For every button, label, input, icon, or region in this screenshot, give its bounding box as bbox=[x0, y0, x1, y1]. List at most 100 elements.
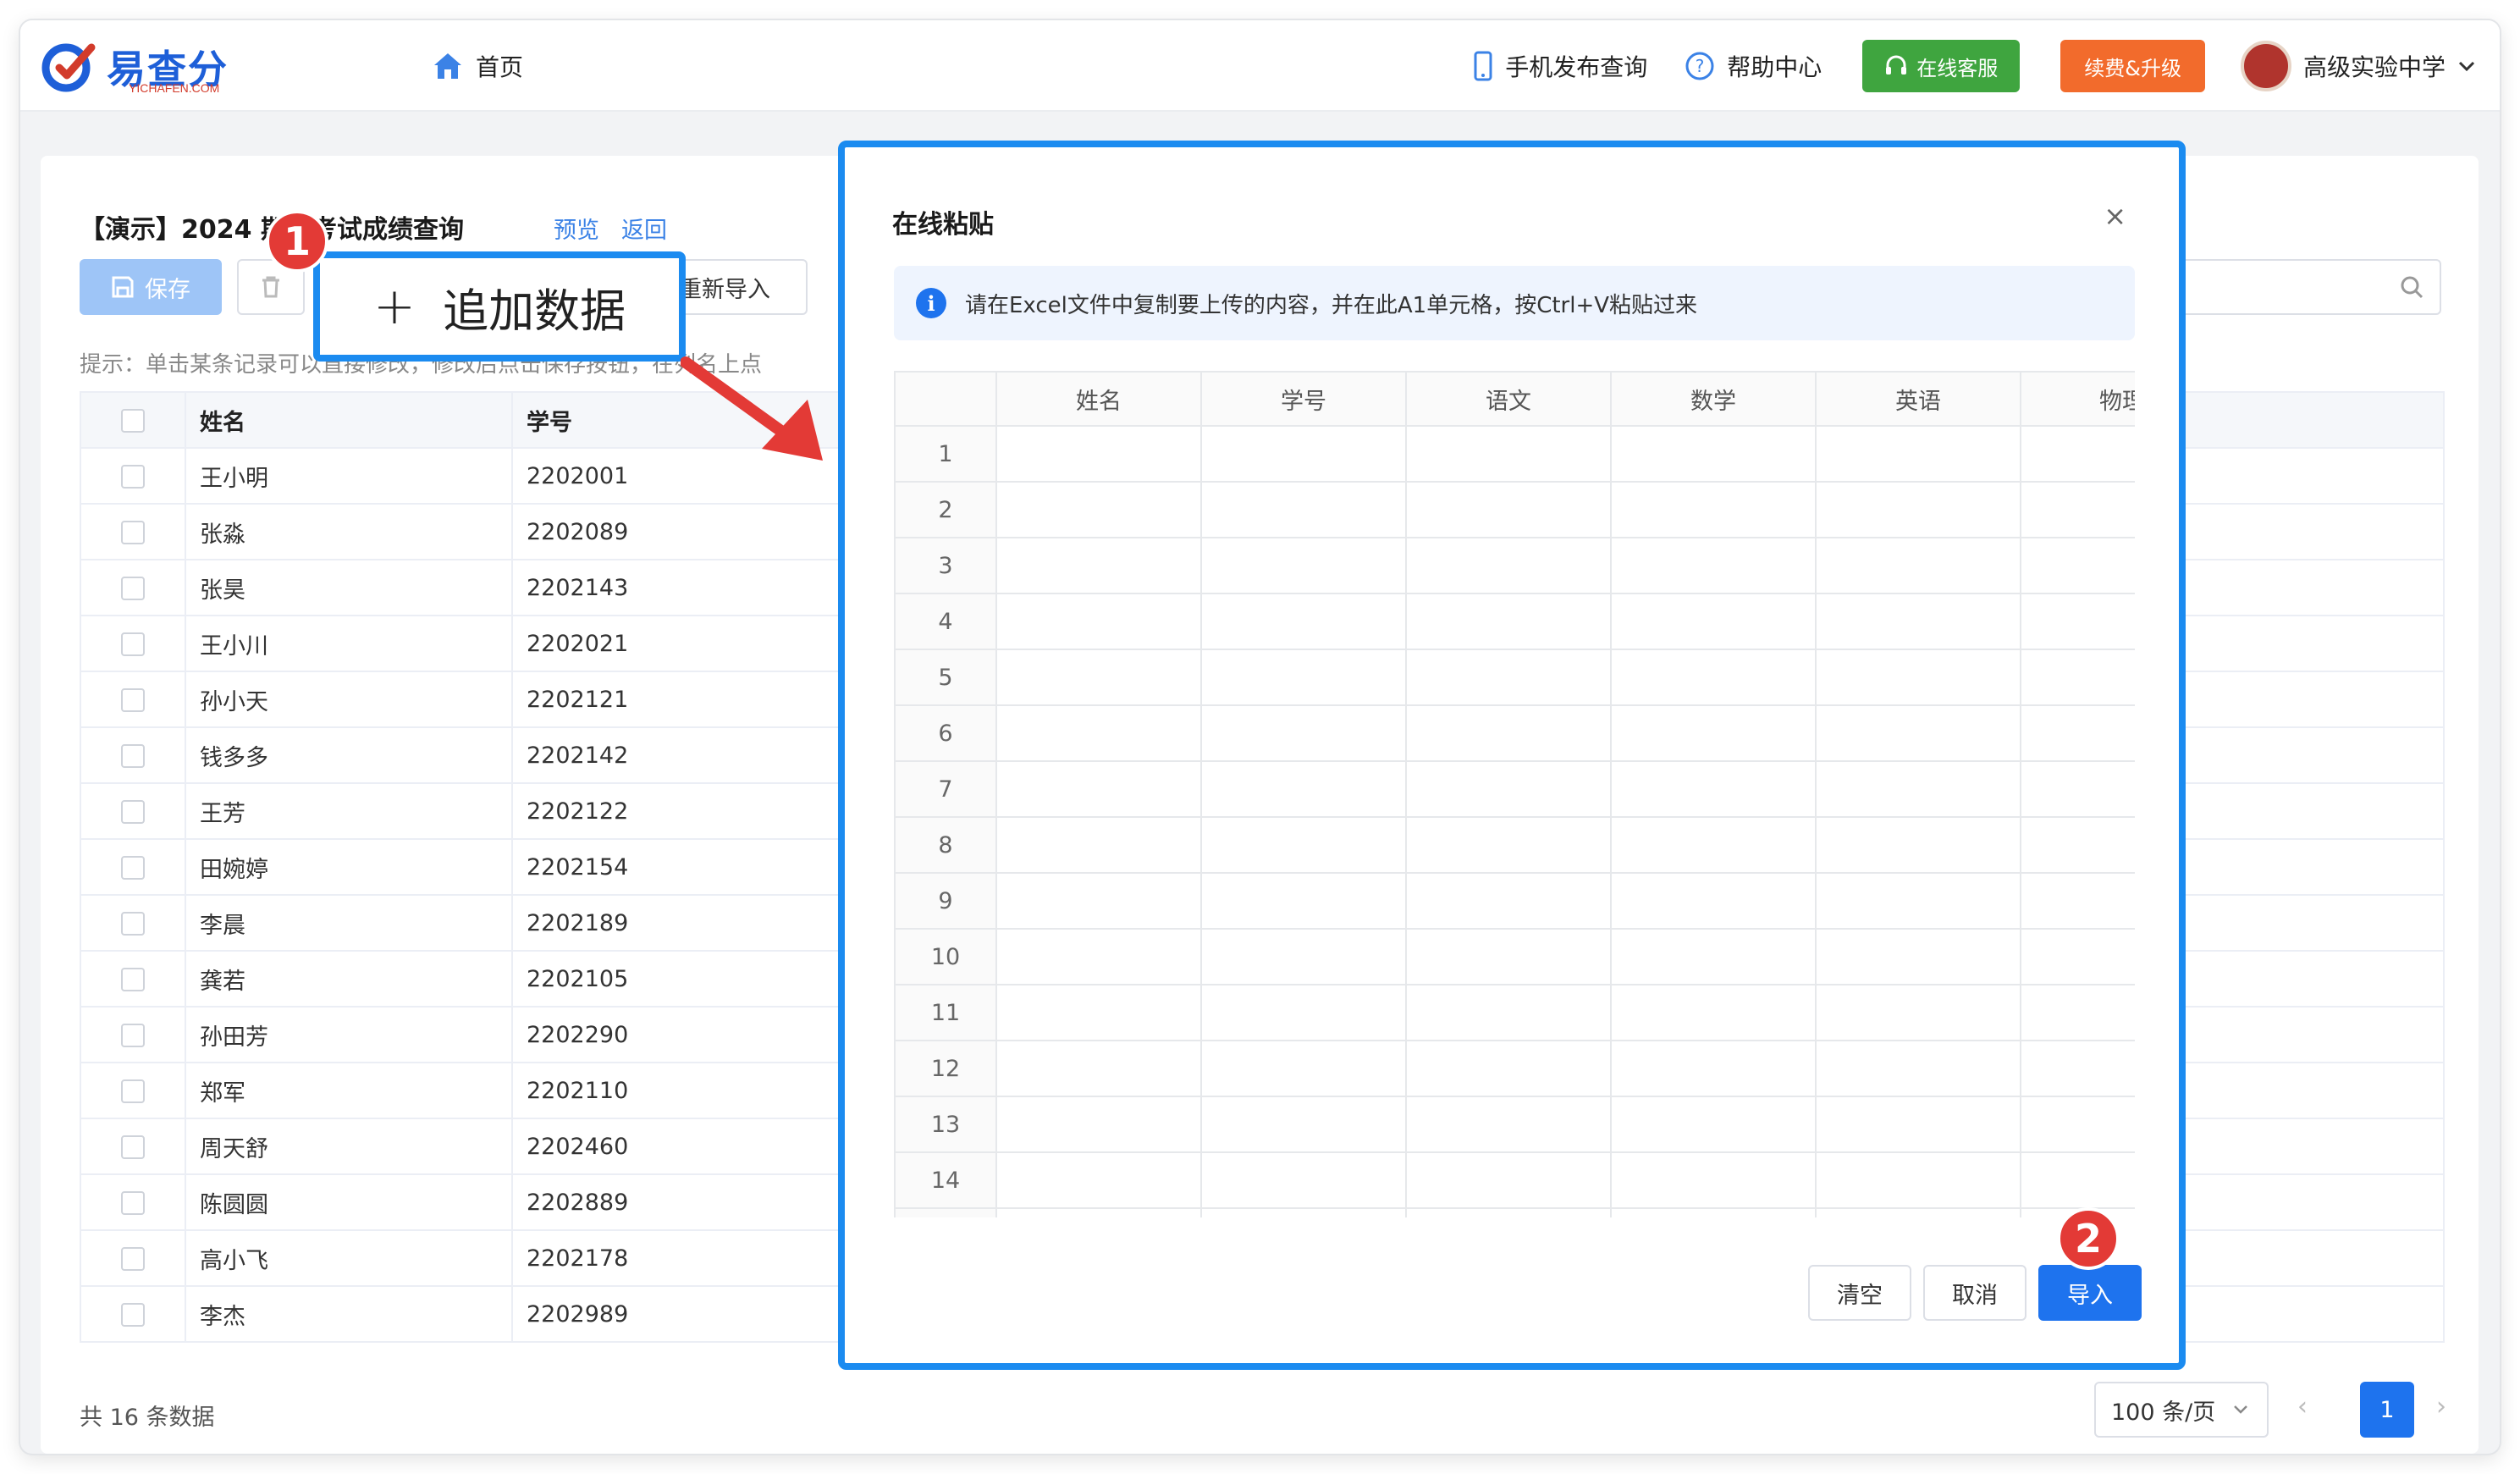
paste-cell[interactable] bbox=[1405, 1207, 1612, 1217]
paste-cell[interactable] bbox=[2020, 481, 2135, 538]
row-checkbox[interactable] bbox=[121, 800, 145, 824]
paste-cell[interactable] bbox=[1610, 760, 1817, 818]
paste-cell[interactable] bbox=[1200, 928, 1407, 985]
row-checkbox[interactable] bbox=[121, 744, 145, 768]
row-checkbox[interactable] bbox=[121, 1247, 145, 1271]
student-name-cell[interactable]: 孙田芳 bbox=[185, 1006, 513, 1063]
paste-cell[interactable] bbox=[1815, 1207, 2021, 1217]
paste-cell[interactable] bbox=[1200, 481, 1407, 538]
paste-cell[interactable] bbox=[1405, 1151, 1612, 1209]
paste-cell[interactable] bbox=[1610, 537, 1817, 594]
paste-cell[interactable] bbox=[995, 704, 1202, 762]
paste-cell[interactable] bbox=[1200, 760, 1407, 818]
row-checkbox[interactable] bbox=[121, 1079, 145, 1103]
paste-cell[interactable] bbox=[1815, 425, 2021, 483]
paste-cell[interactable] bbox=[1200, 1207, 1407, 1217]
paste-cell[interactable] bbox=[1405, 760, 1612, 818]
next-page-icon[interactable]: › bbox=[2436, 1392, 2446, 1422]
paste-cell[interactable] bbox=[995, 760, 1202, 818]
paste-cell[interactable] bbox=[995, 928, 1202, 985]
student-name-cell[interactable]: 周天舒 bbox=[185, 1118, 513, 1175]
row-checkbox[interactable] bbox=[121, 465, 145, 489]
paste-cell[interactable] bbox=[1815, 760, 2021, 818]
paste-cell[interactable] bbox=[2020, 1151, 2135, 1209]
paste-cell[interactable] bbox=[1610, 1151, 1817, 1209]
nav-help-center[interactable]: ? 帮助中心 bbox=[1685, 49, 1822, 83]
paste-cell[interactable] bbox=[1200, 425, 1407, 483]
paste-cell[interactable] bbox=[1815, 593, 2021, 650]
student-name-cell[interactable]: 张昊 bbox=[185, 559, 513, 616]
paste-cell[interactable] bbox=[995, 537, 1202, 594]
paste-cell[interactable] bbox=[1815, 1151, 2021, 1209]
paste-cell[interactable] bbox=[1405, 984, 1612, 1041]
student-name-cell[interactable]: 钱多多 bbox=[185, 726, 513, 784]
paste-cell[interactable] bbox=[995, 816, 1202, 874]
student-name-cell[interactable]: 龚若 bbox=[185, 950, 513, 1008]
column-header-name[interactable]: 姓名 bbox=[185, 391, 513, 449]
paste-cell[interactable] bbox=[2020, 1096, 2135, 1153]
cancel-button[interactable]: 取消 bbox=[1923, 1265, 2026, 1321]
student-name-cell[interactable]: 李杰 bbox=[185, 1285, 513, 1343]
paste-cell[interactable] bbox=[2020, 816, 2135, 874]
page-number-current[interactable]: 1 bbox=[2360, 1382, 2414, 1438]
paste-cell[interactable] bbox=[1815, 704, 2021, 762]
student-name-cell[interactable]: 孙小天 bbox=[185, 671, 513, 728]
student-name-cell[interactable]: 张淼 bbox=[185, 503, 513, 560]
paste-cell[interactable] bbox=[995, 649, 1202, 706]
row-checkbox[interactable] bbox=[121, 1191, 145, 1215]
student-name-cell[interactable]: 田婉婷 bbox=[185, 838, 513, 896]
paste-cell[interactable] bbox=[995, 872, 1202, 930]
preview-link[interactable]: 预览 bbox=[554, 212, 599, 245]
paste-cell[interactable] bbox=[1815, 984, 2021, 1041]
paste-cell[interactable] bbox=[1815, 537, 2021, 594]
paste-cell[interactable] bbox=[1405, 872, 1612, 930]
paste-cell[interactable] bbox=[1405, 704, 1612, 762]
paste-grid[interactable]: 姓名 学号 语文 数学 英语 物理 123456789101112131415 bbox=[894, 371, 2135, 1217]
logo[interactable]: 易查分 YICHAFEN.COM bbox=[41, 36, 261, 98]
paste-cell[interactable] bbox=[1200, 649, 1407, 706]
paste-cell[interactable] bbox=[1610, 1207, 1817, 1217]
nav-mobile-publish[interactable]: 手机发布查询 bbox=[1473, 49, 1647, 83]
paste-cell[interactable] bbox=[1815, 928, 2021, 985]
paste-cell[interactable] bbox=[1610, 1040, 1817, 1097]
paste-cell[interactable] bbox=[1200, 872, 1407, 930]
paste-cell[interactable] bbox=[1815, 872, 2021, 930]
import-button[interactable]: 导入 bbox=[2038, 1265, 2142, 1321]
paste-cell[interactable] bbox=[1610, 649, 1817, 706]
student-name-cell[interactable]: 王芳 bbox=[185, 782, 513, 840]
paste-cell[interactable] bbox=[2020, 704, 2135, 762]
row-checkbox[interactable] bbox=[121, 632, 145, 656]
student-name-cell[interactable]: 陈圆圆 bbox=[185, 1173, 513, 1231]
clear-button[interactable]: 清空 bbox=[1808, 1265, 1911, 1321]
student-name-cell[interactable]: 李晨 bbox=[185, 894, 513, 952]
paste-cell[interactable] bbox=[1200, 1151, 1407, 1209]
paste-cell[interactable] bbox=[995, 1207, 1202, 1217]
paste-cell[interactable] bbox=[1200, 1040, 1407, 1097]
paste-cell[interactable] bbox=[1405, 649, 1612, 706]
nav-home[interactable]: 首页 bbox=[432, 46, 523, 86]
prev-page-icon[interactable]: ‹ bbox=[2297, 1392, 2308, 1422]
paste-cell[interactable] bbox=[1200, 1096, 1407, 1153]
student-name-cell[interactable]: 王小川 bbox=[185, 615, 513, 672]
renew-upgrade-button[interactable]: 续费&升级 bbox=[2060, 40, 2205, 92]
paste-cell[interactable] bbox=[2020, 425, 2135, 483]
paste-cell[interactable] bbox=[1610, 872, 1817, 930]
paste-cell[interactable] bbox=[1405, 816, 1612, 874]
paste-cell[interactable] bbox=[995, 481, 1202, 538]
paste-cell[interactable] bbox=[1610, 593, 1817, 650]
paste-cell[interactable] bbox=[1815, 649, 2021, 706]
save-button[interactable]: 保存 bbox=[80, 259, 222, 315]
paste-cell[interactable] bbox=[995, 1040, 1202, 1097]
row-checkbox[interactable] bbox=[121, 968, 145, 991]
paste-cell[interactable] bbox=[2020, 928, 2135, 985]
paste-cell[interactable] bbox=[1405, 537, 1612, 594]
school-account-menu[interactable]: 高级实验中学 bbox=[2240, 41, 2476, 91]
paste-cell[interactable] bbox=[1200, 816, 1407, 874]
back-link[interactable]: 返回 bbox=[621, 212, 667, 245]
paste-cell[interactable] bbox=[1405, 928, 1612, 985]
row-checkbox[interactable] bbox=[121, 856, 145, 880]
paste-cell[interactable] bbox=[1815, 816, 2021, 874]
paste-cell[interactable] bbox=[2020, 537, 2135, 594]
paste-cell[interactable] bbox=[995, 1096, 1202, 1153]
student-name-cell[interactable]: 高小飞 bbox=[185, 1229, 513, 1287]
